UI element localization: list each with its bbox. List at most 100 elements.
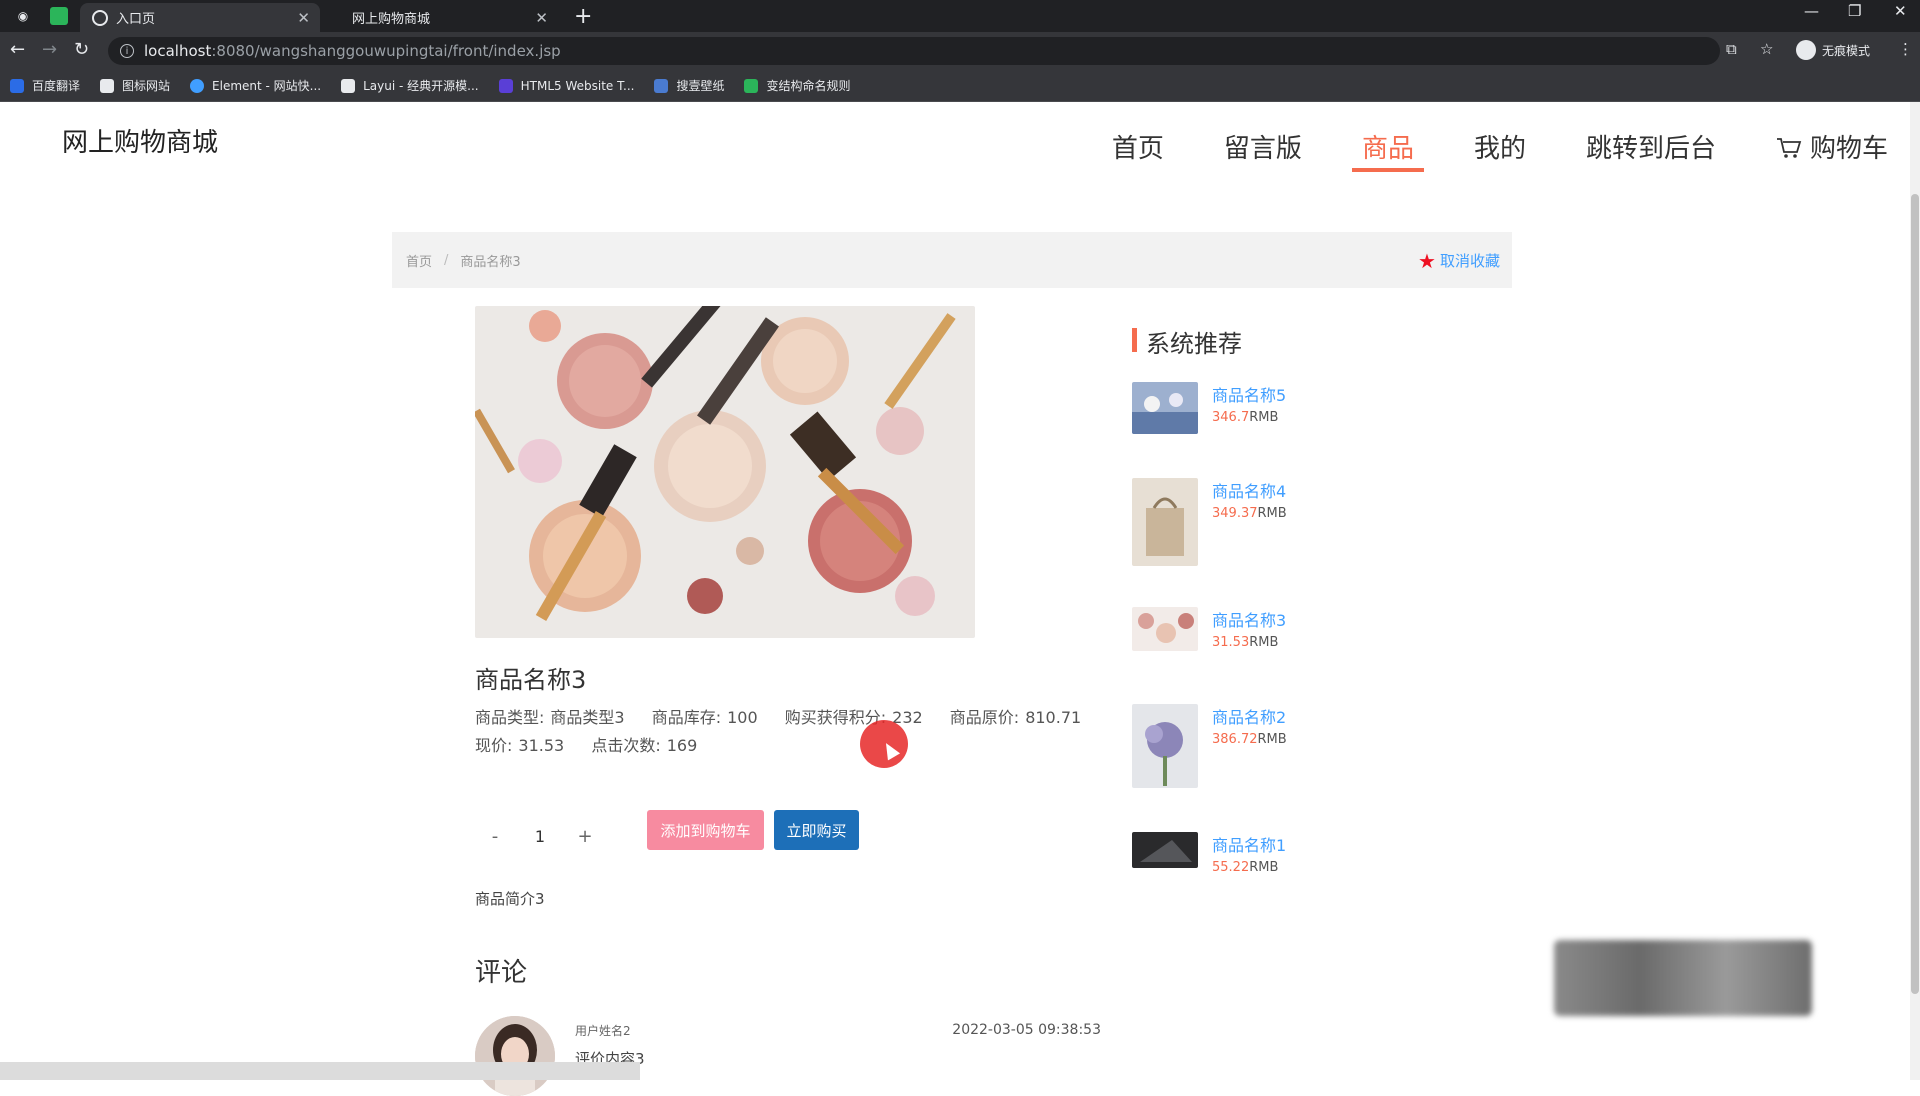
- recommend-price: 55.22RMB: [1212, 860, 1278, 875]
- reload-icon[interactable]: ↻: [74, 39, 89, 60]
- web-page: 网上购物商城 首页 留言版 商品 我的 跳转到后台 购物车 首页 / 商品名称3…: [0, 102, 1920, 1096]
- clicks-label: 点击次数:: [591, 736, 661, 755]
- close-icon[interactable]: ✕: [297, 9, 310, 27]
- comments-title: 评论: [475, 958, 528, 988]
- page-scrollbar[interactable]: [1910, 102, 1920, 1080]
- layui-logo-icon: [341, 78, 356, 93]
- restore-icon[interactable]: ❐: [1848, 2, 1861, 20]
- breadcrumb-current: 商品名称3: [460, 254, 521, 270]
- comment-time: 2022-03-05 09:38:53: [952, 1022, 1101, 1038]
- nav-cart[interactable]: 购物车: [1766, 128, 1898, 168]
- recommend-name[interactable]: 商品名称5: [1212, 382, 1286, 406]
- current-price-value: 31.53: [518, 736, 565, 755]
- incognito-indicator[interactable]: 无痕模式: [1796, 40, 1870, 60]
- minimize-icon[interactable]: —: [1804, 2, 1819, 20]
- tab-shop[interactable]: 网上购物商城 ✕: [340, 3, 558, 32]
- globe-icon: [92, 9, 108, 26]
- bookmarks-bar: 百度翻译 图标网站 Element - 网站快... Layui - 经典开源模…: [0, 70, 1920, 102]
- recommend-name[interactable]: 商品名称4: [1212, 478, 1286, 502]
- bookmark-label: Layui - 经典开源模...: [363, 79, 479, 93]
- price-value: 31.53: [1212, 635, 1250, 650]
- comment-user: 用户姓名2: [575, 1024, 631, 1038]
- recommend-price: 386.72RMB: [1212, 732, 1287, 747]
- current-price-label: 现价:: [475, 736, 513, 755]
- nav-messages[interactable]: 留言版: [1214, 128, 1312, 168]
- bookmark-label: Element - 网站快...: [212, 79, 322, 93]
- price-value: 346.7: [1212, 410, 1250, 425]
- price-value: 55.22: [1212, 860, 1250, 875]
- breadcrumb-separator: /: [444, 252, 449, 268]
- product-info-row: 现价: 31.53 点击次数: 169: [475, 732, 719, 756]
- bookmark-item[interactable]: 搜壹壁纸: [654, 77, 724, 94]
- recommend-name[interactable]: 商品名称3: [1212, 607, 1286, 631]
- new-tab-icon[interactable]: +: [574, 4, 592, 29]
- product-type-label: 商品类型:: [475, 708, 545, 727]
- more-menu-icon[interactable]: ⋮: [1898, 40, 1913, 58]
- close-icon[interactable]: ✕: [535, 9, 548, 27]
- bookmark-item[interactable]: 变结构命名规则: [744, 77, 850, 94]
- tab-title: 网上购物商城: [352, 12, 431, 27]
- star-icon: ★: [1418, 248, 1436, 273]
- site-title[interactable]: 网上购物商城: [62, 122, 218, 159]
- quantity-value[interactable]: 1: [515, 827, 565, 846]
- price-unit: RMB: [1257, 506, 1287, 521]
- tab-entry[interactable]: 入口页 ✕: [80, 3, 320, 32]
- increase-button[interactable]: +: [565, 826, 605, 847]
- breadcrumb: 首页 / 商品名称3 ★ 取消收藏: [392, 232, 1512, 288]
- bookmark-icon: [10, 78, 24, 93]
- recommend-title: 系统推荐: [1132, 324, 1242, 359]
- browser-menu-icon[interactable]: ◉: [14, 7, 32, 25]
- browser-status-bar: [0, 1062, 640, 1080]
- breadcrumb-home[interactable]: 首页: [406, 251, 432, 270]
- incognito-label: 无痕模式: [1822, 43, 1871, 58]
- product-intro: 商品简介3: [475, 890, 545, 908]
- quantity-stepper: - 1 +: [475, 816, 635, 856]
- element-logo-icon: [190, 78, 205, 93]
- wallpaper-icon: [654, 78, 669, 93]
- nav-cart-label: 购物车: [1809, 134, 1888, 164]
- bookmark-item[interactable]: 百度翻译: [10, 77, 80, 94]
- bookmark-item[interactable]: Element - 网站快...: [190, 77, 321, 94]
- avatar: [475, 1016, 555, 1096]
- recommend-thumbnail: [1132, 478, 1198, 566]
- decrease-button[interactable]: -: [475, 826, 515, 847]
- recommend-name[interactable]: 商品名称1: [1212, 832, 1286, 856]
- recommend-thumbnail: [1132, 607, 1198, 651]
- recommend-thumbnail: [1132, 382, 1198, 434]
- browser-tab-bar: ◉ 入口页 ✕ 网上购物商城 ✕ + — ❐ ✕: [0, 0, 1920, 32]
- extension-icon[interactable]: [50, 7, 68, 25]
- nav-products[interactable]: 商品: [1351, 128, 1424, 172]
- translate-icon[interactable]: ⧉: [1726, 40, 1737, 58]
- recommend-thumbnail: [1132, 832, 1198, 868]
- add-to-cart-button[interactable]: 添加到购物车: [647, 810, 764, 850]
- nav-admin[interactable]: 跳转到后台: [1576, 128, 1726, 168]
- blurred-overlay: [1554, 940, 1812, 1016]
- bookmark-item[interactable]: HTML5 Website T...: [498, 78, 634, 93]
- original-price-label: 商品原价:: [949, 708, 1020, 727]
- uncollect-button[interactable]: ★ 取消收藏: [1418, 250, 1500, 271]
- price-unit: RMB: [1249, 410, 1279, 425]
- forward-icon[interactable]: →: [42, 39, 57, 60]
- scrollbar-thumb[interactable]: [1911, 194, 1919, 994]
- product-image: [475, 306, 975, 638]
- nav-home[interactable]: 首页: [1102, 128, 1174, 168]
- bookmark-item[interactable]: Layui - 经典开源模...: [341, 77, 479, 94]
- product-name: 商品名称3: [475, 666, 587, 694]
- address-bar[interactable]: i localhost :8080/wangshanggouwupingtai/…: [108, 37, 1720, 65]
- price-value: 386.72: [1212, 732, 1258, 747]
- tab-title: 入口页: [116, 12, 156, 27]
- bookmark-star-icon[interactable]: ☆: [1760, 40, 1773, 58]
- bookmark-item[interactable]: 图标网站: [100, 77, 170, 94]
- stock-value: 100: [727, 708, 758, 727]
- bookmark-label: 搜壹壁纸: [676, 79, 725, 93]
- recommend-name[interactable]: 商品名称2: [1212, 704, 1286, 728]
- clicks-value: 169: [666, 736, 698, 755]
- nav-mine[interactable]: 我的: [1464, 128, 1536, 168]
- buy-now-button[interactable]: 立即购买: [774, 810, 859, 850]
- back-icon[interactable]: ←: [10, 39, 25, 60]
- url-path: :8080/wangshanggouwupingtai/front/index.…: [211, 42, 561, 60]
- info-icon[interactable]: i: [120, 44, 134, 58]
- stock-label: 商品库存:: [651, 708, 722, 727]
- price-unit: RMB: [1249, 860, 1279, 875]
- window-close-icon[interactable]: ✕: [1894, 2, 1907, 20]
